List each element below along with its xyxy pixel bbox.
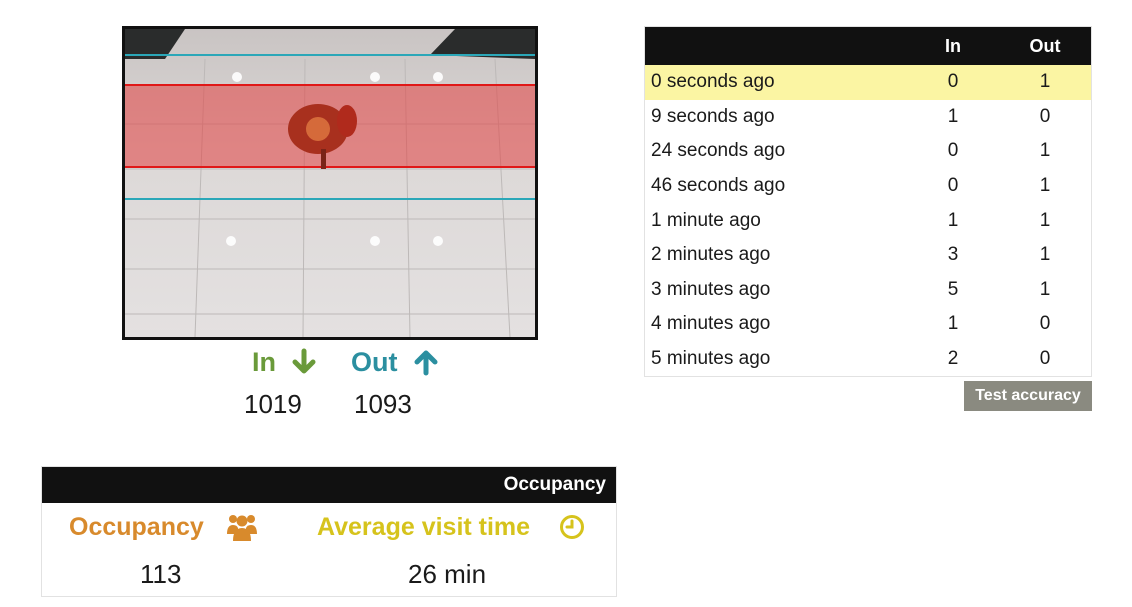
test-accuracy-button[interactable]: Test accuracy xyxy=(964,381,1092,411)
table-row: 3 minutes ago 5 1 xyxy=(645,273,1092,308)
table-row: 9 seconds ago 1 0 xyxy=(645,100,1092,135)
average-visit-label: Average visit time xyxy=(317,513,531,541)
header-in: In xyxy=(907,26,999,65)
header-when xyxy=(644,26,907,65)
people-group-icon xyxy=(227,515,257,541)
row-time: 9 seconds ago xyxy=(651,105,775,127)
camera-feed xyxy=(122,26,538,340)
occupancy-panel: Occupancy Occupancy Average visit time 1… xyxy=(41,466,617,597)
row-in: 0 xyxy=(947,140,959,162)
row-in: 1 xyxy=(947,209,959,231)
table-row: 24 seconds ago 0 1 xyxy=(645,134,1092,169)
out-label: Out xyxy=(351,347,398,377)
out-count: 1093 xyxy=(354,389,412,419)
row-in: 1 xyxy=(947,105,959,127)
row-out: 0 xyxy=(1039,348,1051,370)
arrow-down-icon xyxy=(292,348,316,374)
row-time: 24 seconds ago xyxy=(651,140,786,162)
row-time: 2 minutes ago xyxy=(651,244,771,266)
row-out: 0 xyxy=(1039,105,1051,127)
row-out: 1 xyxy=(1039,175,1051,197)
table-row: 2 minutes ago 3 1 xyxy=(645,238,1092,273)
table-row: 0 seconds ago 0 1 xyxy=(644,65,1092,100)
row-in: 2 xyxy=(947,348,959,370)
camera-image xyxy=(125,29,535,337)
row-time: 0 seconds ago xyxy=(644,65,907,100)
row-time: 1 minute ago xyxy=(651,209,761,231)
table-row: 5 minutes ago 2 0 xyxy=(645,342,1092,377)
table-row: 4 minutes ago 1 0 xyxy=(645,307,1092,342)
row-time: 3 minutes ago xyxy=(651,278,771,300)
row-time: 5 minutes ago xyxy=(651,348,771,370)
row-out: 1 xyxy=(1039,209,1051,231)
header-out: Out xyxy=(999,26,1092,65)
row-out: 0 xyxy=(1039,313,1051,335)
row-out: 1 xyxy=(1039,140,1051,162)
row-time: 4 minutes ago xyxy=(651,313,771,335)
row-out: 1 xyxy=(999,65,1092,100)
row-out: 1 xyxy=(1039,278,1051,300)
history-table: In Out 0 seconds ago 0 1 9 seconds ago 1… xyxy=(644,26,1092,378)
table-row: 46 seconds ago 0 1 xyxy=(645,169,1092,204)
arrow-up-icon xyxy=(414,350,438,376)
table-row: 1 minute ago 1 1 xyxy=(645,203,1092,238)
row-in: 0 xyxy=(907,65,999,100)
in-label: In xyxy=(252,347,276,377)
row-in: 5 xyxy=(947,278,959,300)
clock-icon xyxy=(560,515,584,539)
row-out: 1 xyxy=(1039,244,1051,266)
occupancy-label: Occupancy xyxy=(69,513,204,541)
row-in: 1 xyxy=(947,313,959,335)
row-in: 0 xyxy=(947,175,959,197)
occupancy-value: 113 xyxy=(140,559,182,589)
row-in: 3 xyxy=(947,244,959,266)
average-visit-value: 26 min xyxy=(408,559,487,589)
row-time: 46 seconds ago xyxy=(651,175,786,197)
in-count: 1019 xyxy=(244,389,302,419)
table-header-row: In Out xyxy=(644,26,1092,65)
occupancy-header: Occupancy xyxy=(42,467,616,503)
